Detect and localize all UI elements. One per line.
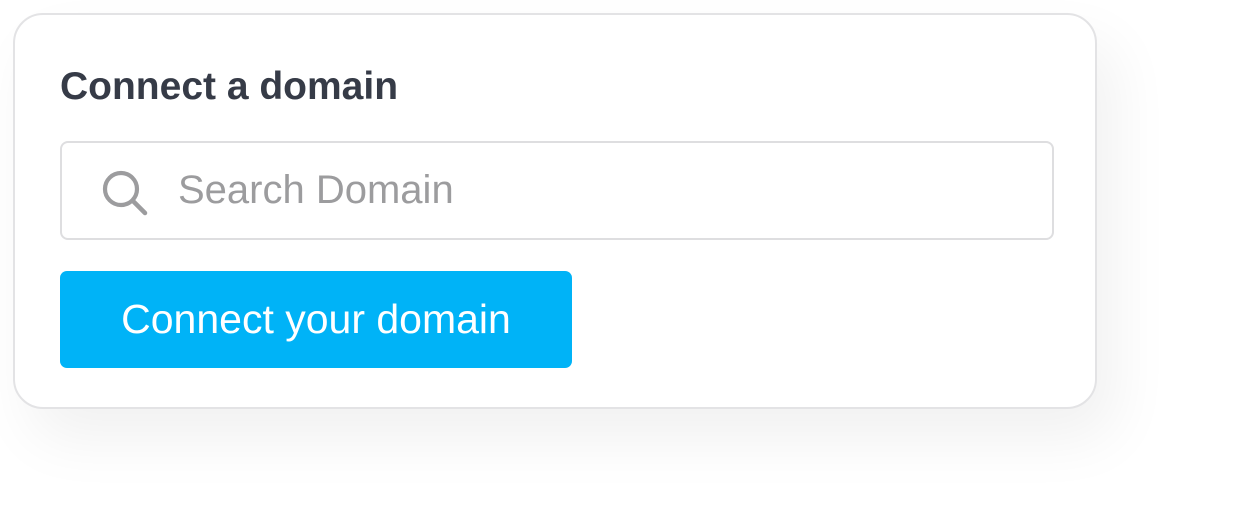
connect-domain-card: Connect a domain Connect your domain [13,13,1097,409]
search-icon [102,170,148,216]
card-title: Connect a domain [60,65,399,108]
search-input[interactable] [178,143,1038,238]
search-field[interactable] [60,141,1054,240]
connect-domain-button[interactable]: Connect your domain [60,271,572,368]
